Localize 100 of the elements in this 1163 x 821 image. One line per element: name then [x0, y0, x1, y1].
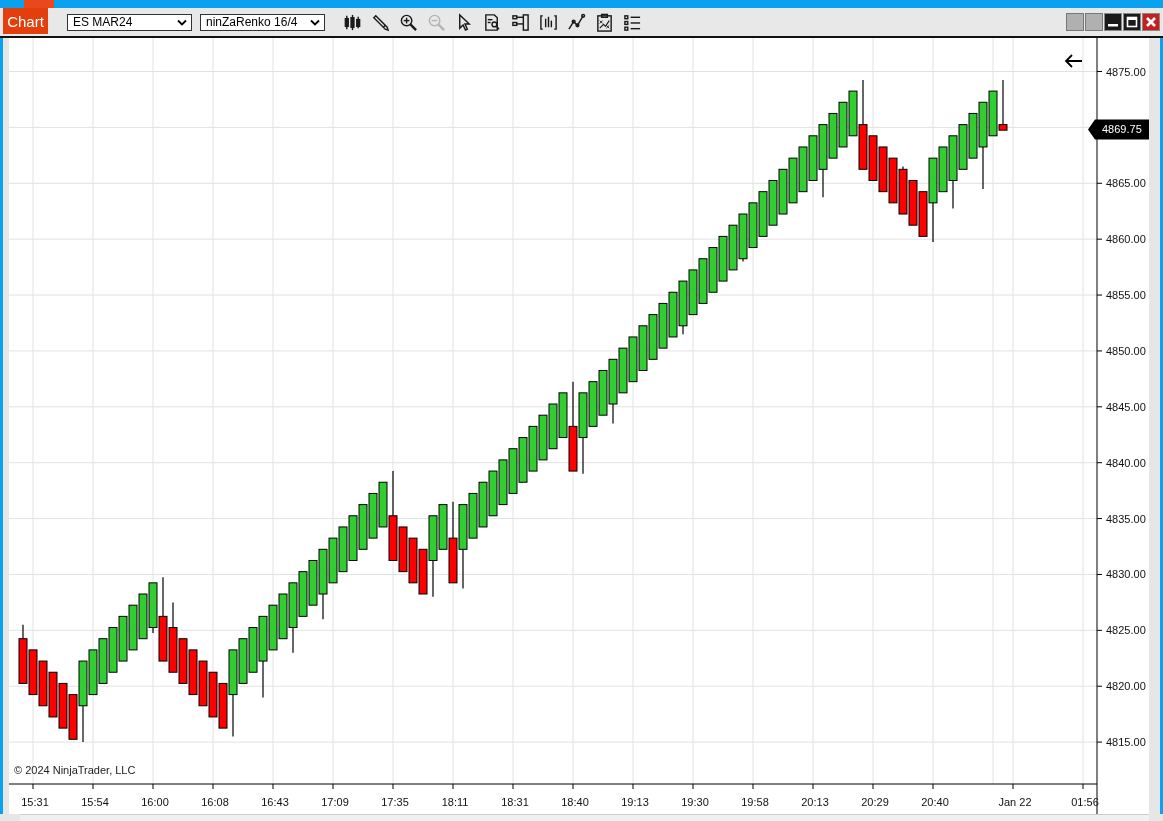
time-label: 20:29 — [861, 796, 889, 808]
time-label: 17:09 — [321, 796, 349, 808]
candlestick — [548, 403, 558, 450]
candlestick — [118, 615, 128, 662]
candlestick — [538, 414, 548, 461]
price-label: 4815.00 — [1106, 736, 1146, 749]
price-label: 4855.00 — [1106, 289, 1146, 302]
time-label: 19:58 — [741, 796, 769, 808]
candlestick — [38, 660, 48, 707]
candlestick — [498, 459, 508, 506]
candlestick — [358, 504, 368, 550]
copyright-text: © 2024 NinjaTrader, LLC — [14, 764, 136, 776]
candlestick — [128, 604, 138, 651]
bar-type-dropdown[interactable]: ninZaRenko 16/4 — [200, 13, 325, 31]
price-label: 4840.00 — [1106, 456, 1146, 469]
time-label: 17:35 — [381, 796, 409, 808]
candlestick — [768, 180, 778, 226]
maximize-icon — [1125, 15, 1139, 29]
time-label: Jan 22 — [998, 796, 1032, 808]
time-label: 18:40 — [561, 796, 589, 808]
candlestick — [888, 157, 898, 204]
candlestick — [798, 146, 808, 193]
time-label: 19:13 — [621, 796, 649, 808]
pencil-icon[interactable] — [371, 12, 390, 32]
candlestick — [718, 235, 728, 282]
minimize-icon — [1108, 24, 1118, 27]
candlestick — [998, 79, 1008, 131]
candlestick — [688, 269, 698, 316]
price-label: 4845.00 — [1106, 400, 1146, 413]
candlestick — [618, 347, 628, 394]
candlestick — [488, 470, 498, 517]
candlestick — [198, 660, 208, 707]
maximize-button[interactable] — [1123, 13, 1141, 31]
candlestick — [208, 671, 218, 718]
price-badge: 4869.75 — [1088, 119, 1149, 140]
candlestick — [738, 213, 748, 263]
time-label: 15:31 — [21, 796, 49, 808]
minimize-button[interactable] — [1104, 13, 1122, 31]
time-label: 18:31 — [501, 796, 529, 808]
candlestick — [838, 101, 848, 148]
scrollbar[interactable] — [20, 814, 1149, 821]
candlestick — [638, 325, 648, 371]
candlestick — [478, 481, 488, 528]
time-label: 01:56 — [1071, 796, 1099, 808]
candlestick — [878, 146, 888, 193]
candlestick — [758, 191, 768, 237]
caret-icon — [177, 18, 187, 26]
candlestick — [908, 180, 918, 226]
time-label: 19:30 — [681, 796, 709, 808]
candlestick — [678, 280, 688, 335]
price-label: 4830.00 — [1106, 568, 1146, 581]
clipboard-icon[interactable] — [595, 12, 614, 32]
time-label: 18:11 — [441, 796, 469, 808]
time-label: 20:40 — [921, 796, 949, 808]
chart-tab[interactable]: Chart — [3, 8, 48, 34]
candlestick — [708, 247, 718, 293]
candlestick — [518, 437, 528, 483]
price-label: 4850.00 — [1106, 344, 1146, 357]
candlestick — [528, 425, 538, 472]
close-icon — [1144, 15, 1158, 29]
candlestick — [108, 627, 118, 673]
price-label: 4825.00 — [1106, 624, 1146, 637]
candlestick — [698, 258, 708, 304]
bracket-bars-icon[interactable] — [539, 12, 558, 32]
candlestick — [188, 649, 198, 696]
time-label: 16:08 — [201, 796, 229, 808]
line-graph-icon[interactable] — [567, 12, 586, 32]
candlestick — [338, 526, 348, 573]
arrow-left-icon[interactable] — [1064, 54, 1083, 68]
candlestick — [368, 492, 378, 539]
candlestick — [898, 165, 908, 215]
candlestick — [98, 638, 108, 684]
candlestick — [648, 314, 658, 360]
candlestick — [728, 224, 738, 271]
candlestick — [138, 593, 148, 640]
candlestick — [788, 157, 798, 204]
document-search-icon[interactable] — [483, 12, 502, 32]
candlestick — [58, 682, 68, 729]
candlestick — [348, 515, 358, 561]
instrument-dropdown[interactable]: ES MAR24 — [67, 13, 192, 31]
candlestick — [18, 624, 28, 684]
time-label: 20:13 — [801, 796, 829, 808]
time-label: 16:43 — [261, 796, 289, 808]
panel-icon[interactable] — [511, 12, 530, 32]
time-label: 15:54 — [81, 796, 109, 808]
candlestick — [48, 671, 58, 718]
candlestick — [668, 291, 678, 338]
close-button[interactable] — [1142, 13, 1160, 31]
price-label: 4835.00 — [1106, 512, 1146, 525]
time-label: 16:00 — [141, 796, 169, 808]
zoom-in-icon[interactable] — [399, 12, 418, 32]
candlestick — [658, 302, 668, 349]
candlestick — [28, 649, 38, 696]
list-icon[interactable] — [623, 12, 642, 32]
candles-icon[interactable] — [343, 12, 362, 32]
price-label: 4820.00 — [1106, 680, 1146, 693]
candlestick — [408, 537, 418, 584]
price-label: 4875.00 — [1106, 65, 1146, 78]
candlestick — [508, 448, 518, 494]
price-label: 4865.00 — [1106, 177, 1146, 190]
